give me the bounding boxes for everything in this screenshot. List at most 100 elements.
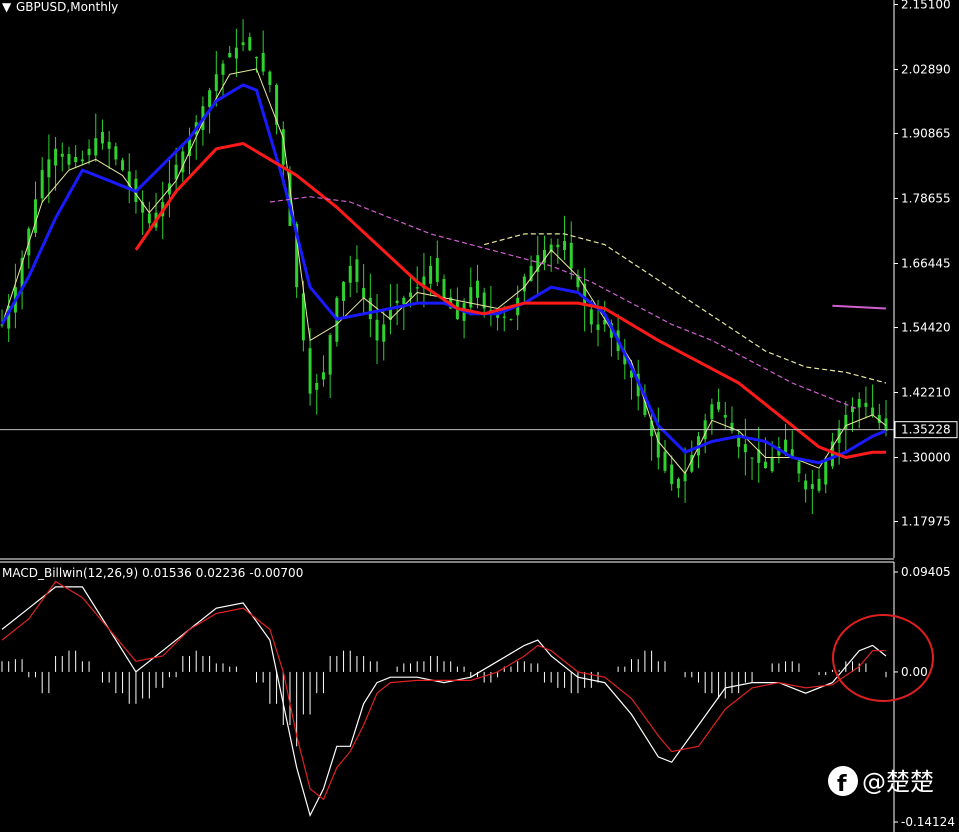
macd-tick-label: 0.09405 [901, 565, 951, 579]
watermark: f @楚楚 [828, 766, 934, 797]
price-tick-label: 1.17975 [901, 515, 951, 529]
current-price-label: 1.35228 [901, 423, 951, 437]
candle-body [328, 335, 332, 375]
candle-body [382, 324, 386, 342]
candle-body [402, 297, 406, 305]
candle-body [315, 382, 319, 390]
candle-body [415, 287, 419, 289]
price-tick-label: 2.15100 [901, 0, 951, 12]
candle-body [208, 90, 212, 108]
candle-body [47, 159, 51, 178]
candle-body [234, 47, 238, 59]
candle-body [784, 439, 788, 453]
candle-body [74, 156, 78, 163]
price-tick-label: 1.78655 [901, 192, 951, 206]
candle-body [502, 316, 506, 318]
candle-body [556, 244, 560, 248]
candle-body [817, 478, 821, 491]
macd-value-signal: 0.02236 [196, 566, 246, 580]
candle-body [770, 457, 774, 472]
candle-body [663, 451, 667, 471]
candle-body [248, 37, 252, 51]
candle-body [656, 432, 660, 458]
candle-body [596, 324, 600, 330]
candle-body [87, 148, 91, 156]
candle-body [717, 401, 721, 410]
candle-body [147, 213, 151, 224]
candle-body [475, 280, 479, 298]
candle-body [241, 42, 245, 46]
candle-body [409, 292, 413, 297]
gbpusd-chart: 2.15100 2.02890 1.90865 1.78655 1.66445 1.544… [0, 0, 959, 832]
candle-body [221, 63, 225, 75]
macd-value-hist: -0.00700 [249, 566, 303, 580]
candle-body [871, 407, 875, 415]
candle-body [469, 287, 473, 308]
candle-body [362, 287, 366, 298]
candle-body [261, 53, 265, 72]
price-tick-label: 1.54420 [901, 321, 951, 335]
macd-value-main: 0.01536 [142, 566, 192, 580]
candle-body [442, 279, 446, 298]
watermark-text: @楚楚 [862, 768, 934, 796]
candle-body [710, 404, 714, 420]
candle-body [522, 276, 526, 292]
candle-body [737, 437, 741, 447]
candle-body [569, 242, 573, 269]
candle-body [824, 460, 828, 485]
candle-body [121, 160, 125, 171]
candle-body [676, 478, 680, 489]
candle-body [804, 480, 808, 490]
candle-body [810, 484, 814, 489]
candle-body [107, 141, 111, 149]
candle-body [670, 464, 674, 485]
candle-body [54, 148, 58, 166]
candle-body [254, 56, 258, 59]
candle-body [228, 52, 232, 58]
candle-body [509, 319, 513, 321]
candle-body [368, 297, 372, 320]
price-tick-label: 1.42210 [901, 386, 951, 400]
candle-body [94, 138, 98, 156]
candle-body [429, 265, 433, 284]
chart-background [0, 0, 959, 832]
macd-name: MACD_Billwin(12,26,9) [2, 566, 138, 580]
candle-body [40, 170, 44, 199]
candle-body [342, 281, 346, 301]
candle-body [683, 473, 687, 482]
candle-body [321, 372, 325, 380]
candle-body [355, 259, 359, 282]
facebook-f-glyph: f [837, 772, 847, 797]
price-tick-label: 2.02890 [901, 63, 951, 77]
candle-body [763, 461, 767, 469]
price-tick-label: 1.90865 [901, 127, 951, 141]
candle-body [395, 300, 399, 304]
price-tick-label: 1.66445 [901, 257, 951, 271]
price-tick-label: 1.30000 [901, 451, 951, 465]
macd-tick-label: -0.14124 [901, 815, 955, 829]
candle-body [723, 414, 727, 418]
candle-body [33, 199, 37, 233]
candle-body [348, 265, 352, 283]
candle-body [214, 74, 218, 91]
candle-body [67, 154, 71, 165]
macd-tick-label: 0.00 [901, 665, 928, 679]
candle-body [268, 71, 272, 85]
candle-body [114, 146, 118, 160]
candle-body [375, 319, 379, 341]
candle-body [750, 457, 754, 459]
candle-body [743, 444, 747, 453]
candle-body [435, 258, 439, 282]
macd-header: MACD_Billwin(12,26,9) 0.01536 0.02236 -0.00… [2, 566, 303, 580]
candle-body [563, 241, 567, 250]
candle-body [100, 132, 104, 144]
candle-body [864, 402, 868, 407]
candle-body [80, 159, 84, 162]
candle-body [797, 461, 801, 474]
window-title-marker[interactable]: ▼ [2, 0, 12, 14]
candle-body [60, 153, 64, 157]
candle-body [857, 398, 861, 408]
window-title: GBPUSD,Monthly [16, 0, 118, 14]
candle-body [589, 309, 593, 325]
candle-body [308, 348, 312, 394]
